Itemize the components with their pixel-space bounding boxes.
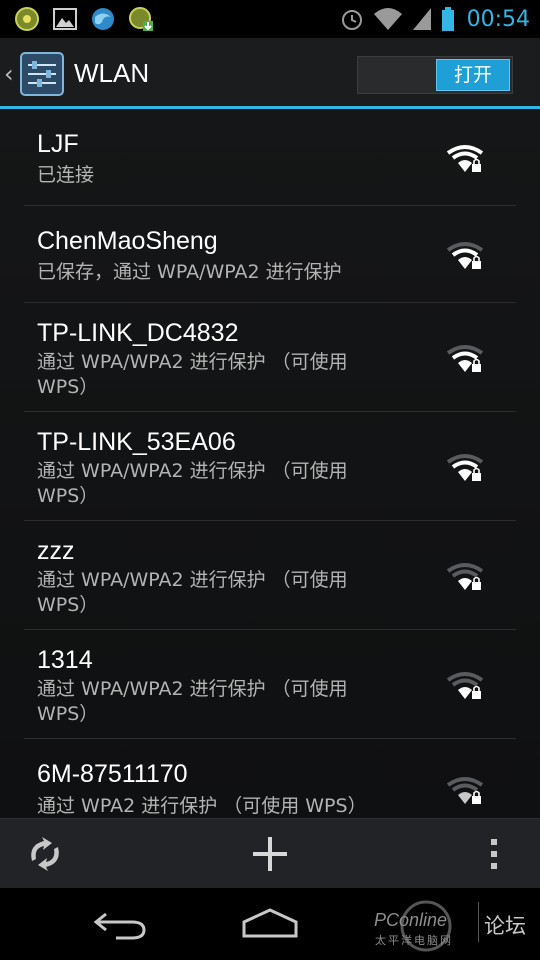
wifi-lock-icon	[446, 145, 484, 172]
network-item[interactable]: TP-LINK_DC4832 通过 WPA/WPA2 进行保护 （可使用 WPS…	[0, 303, 540, 412]
network-ssid: ChenMaoSheng	[37, 227, 218, 255]
watermark-brand: PConline	[374, 910, 448, 930]
wifi-lock-icon	[446, 777, 484, 804]
clock: 00:54	[466, 6, 530, 32]
network-item[interactable]: LJF 已连接	[0, 109, 540, 206]
page-title: WLAN	[74, 58, 150, 88]
wifi-signal-icon	[373, 8, 402, 30]
browser-notification-icon	[92, 8, 114, 30]
network-ssid: TP-LINK_53EA06	[37, 428, 236, 456]
network-summary: 通过 WPA/WPA2 进行保护 （可使用 WPS）	[37, 351, 348, 398]
back-icon[interactable]	[92, 906, 148, 942]
network-ssid: LJF	[37, 130, 79, 158]
overflow-menu-icon[interactable]	[472, 831, 518, 877]
network-summary: 通过 WPA2 进行保护 （可使用 WPS）	[37, 795, 367, 817]
network-list: LJF 已连接 ChenMaoSheng 已保存，通过 WPA/WPA2 进行保…	[0, 109, 540, 818]
watermark-divider	[478, 902, 479, 942]
navigation-bar: PConline 太平洋电脑网 论坛	[0, 888, 540, 960]
home-icon[interactable]	[240, 906, 300, 942]
network-summary: 通过 WPA/WPA2 进行保护 （可使用 WPS）	[37, 678, 348, 725]
scan-icon[interactable]	[22, 831, 68, 877]
network-summary: 已连接	[37, 164, 95, 186]
wifi-lock-icon	[446, 345, 484, 372]
action-bar: ‹ WLAN 打开	[0, 38, 540, 108]
network-item[interactable]: ChenMaoSheng 已保存，通过 WPA/WPA2 进行保护	[0, 206, 540, 303]
network-summary: 通过 WPA/WPA2 进行保护 （可使用 WPS）	[37, 569, 348, 616]
status-bar: 00:54	[0, 0, 540, 38]
network-ssid: TP-LINK_DC4832	[37, 319, 239, 347]
watermark-forum: 论坛	[484, 914, 526, 938]
battery-icon	[441, 7, 454, 31]
network-summary: 通过 WPA/WPA2 进行保护 （可使用 WPS）	[37, 460, 348, 507]
network-item[interactable]: TP-LINK_53EA06 通过 WPA/WPA2 进行保护 （可使用 WPS…	[0, 412, 540, 521]
notification-icons	[14, 6, 154, 32]
watermark-subtitle: 太平洋电脑网	[375, 934, 453, 947]
network-item[interactable]: zzz 通过 WPA/WPA2 进行保护 （可使用 WPS）	[0, 521, 540, 630]
network-item[interactable]: 6M-87511170 通过 WPA2 进行保护 （可使用 WPS）	[0, 739, 540, 818]
wifi-lock-icon	[446, 672, 484, 699]
network-item[interactable]: 1314 通过 WPA/WPA2 进行保护 （可使用 WPS）	[0, 630, 540, 739]
alarm-icon	[341, 10, 362, 30]
cell-signal-icon	[412, 8, 431, 30]
image-notification-icon	[53, 8, 77, 30]
settings-app-icon[interactable]	[20, 52, 64, 96]
network-ssid: zzz	[37, 537, 75, 565]
app-notification-icon	[15, 7, 39, 31]
download-notification-icon	[129, 7, 153, 31]
bottom-action-bar	[0, 818, 540, 888]
system-icons: 00:54	[339, 4, 530, 34]
wifi-lock-icon	[446, 242, 484, 269]
wifi-lock-icon	[446, 454, 484, 481]
wifi-lock-icon	[446, 563, 484, 590]
network-ssid: 6M-87511170	[37, 760, 188, 788]
wlan-toggle[interactable]: 打开	[357, 56, 513, 94]
add-network-icon[interactable]	[247, 831, 293, 877]
wlan-toggle-on-label[interactable]: 打开	[436, 59, 510, 91]
network-ssid: 1314	[37, 646, 93, 674]
network-summary: 已保存，通过 WPA/WPA2 进行保护	[37, 261, 342, 283]
up-caret-icon[interactable]: ‹	[4, 60, 14, 88]
